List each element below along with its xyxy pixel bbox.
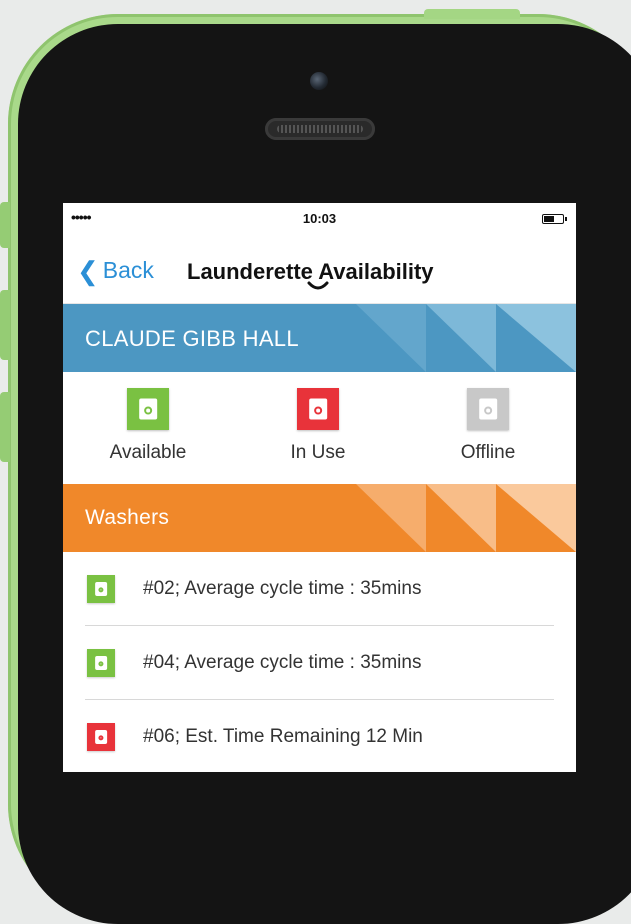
washers-section-header: Washers [63, 484, 576, 552]
mute-switch [0, 202, 10, 248]
machine-description: #02; Average cycle time : 35mins [143, 577, 422, 599]
offline-swatch [467, 388, 509, 430]
power-button [424, 9, 520, 19]
legend-in-use: In Use [258, 388, 378, 464]
back-button[interactable]: ❮ Back [77, 257, 154, 284]
phone-screen: ••••• 10:03 ❮ Back Launderette Availabil… [63, 203, 576, 772]
hall-name: CLAUDE GIBB HALL [85, 326, 299, 351]
legend-label: Available [109, 442, 187, 463]
battery-icon [542, 214, 567, 224]
legend-label: In Use [290, 442, 346, 463]
banner-pattern [356, 484, 576, 552]
legend-available: Available [88, 388, 208, 464]
machine-list: #02; Average cycle time : 35mins #04; Av… [63, 552, 576, 772]
earpiece-speaker [265, 118, 375, 140]
navigation-bar: ❮ Back Launderette Availability [63, 235, 576, 304]
chevron-down-icon[interactable] [307, 281, 329, 293]
chevron-left-icon: ❮ [77, 255, 99, 286]
legend-label: Offline [460, 442, 516, 463]
status-time: 10:03 [302, 211, 337, 226]
washer-icon [95, 581, 107, 596]
volume-up-button [0, 290, 10, 360]
machine-description: #04; Average cycle time : 35mins [143, 651, 422, 673]
machine-row[interactable]: #06; Est. Time Remaining 12 Min [85, 700, 554, 772]
washer-icon [479, 398, 497, 420]
machine-row[interactable]: #02; Average cycle time : 35mins [85, 552, 554, 626]
washer-icon [139, 398, 157, 420]
machine-row[interactable]: #04; Average cycle time : 35mins [85, 626, 554, 700]
status-legend: Available In Use Offline [63, 372, 576, 484]
status-indicator [87, 722, 115, 751]
machine-description: #06; Est. Time Remaining 12 Min [143, 725, 423, 747]
banner-pattern [356, 304, 576, 372]
legend-offline: Offline [428, 388, 548, 464]
washer-icon [95, 655, 107, 670]
washer-icon [95, 729, 107, 744]
section-title: Washers [85, 506, 170, 529]
volume-down-button [0, 392, 10, 462]
status-bar: ••••• 10:03 [63, 203, 576, 235]
back-label: Back [102, 257, 154, 283]
front-camera [310, 72, 328, 90]
hall-banner: CLAUDE GIBB HALL [63, 304, 576, 372]
available-swatch [127, 388, 169, 430]
status-indicator [87, 648, 115, 677]
status-indicator [87, 574, 115, 603]
in-use-swatch [297, 388, 339, 430]
washer-icon [309, 398, 327, 420]
